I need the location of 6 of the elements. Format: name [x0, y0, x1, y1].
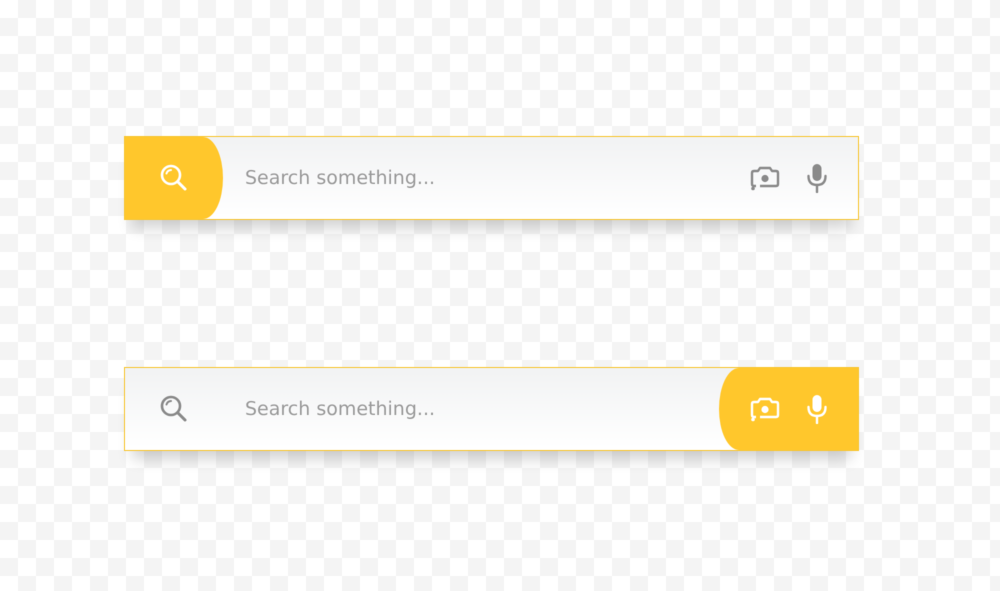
- search-bar[interactable]: Search something...: [124, 367, 859, 451]
- microphone-icon[interactable]: [806, 163, 828, 193]
- search-bar[interactable]: Search something...: [124, 136, 859, 220]
- camera-icon[interactable]: [750, 165, 780, 191]
- search-field[interactable]: Search something...: [223, 137, 719, 219]
- search-field[interactable]: Search something...: [223, 368, 719, 450]
